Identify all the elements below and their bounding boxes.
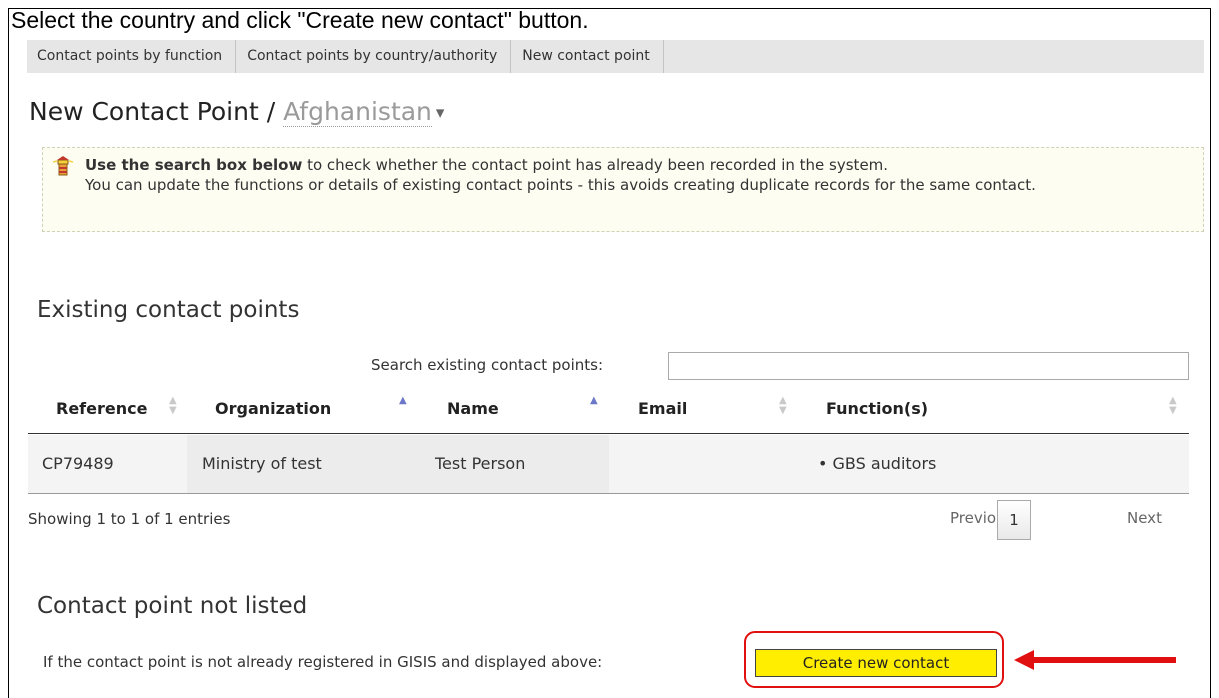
create-contact-prompt: If the contact point is not already regi… xyxy=(43,653,603,671)
column-header-email[interactable]: Email xyxy=(638,390,687,433)
pagination-next[interactable]: Next xyxy=(1127,509,1162,527)
cell-organization: Ministry of test xyxy=(187,435,418,493)
cell-name: Test Person xyxy=(418,435,609,493)
tab-contact-points-by-country[interactable]: Contact points by country/authority xyxy=(236,40,512,73)
table-header: Reference ▲ ▼ Organization ▲ Name ▲ Email… xyxy=(28,390,1189,434)
tab-new-contact-point[interactable]: New contact point xyxy=(511,40,664,73)
sort-asc-icon: ▲ xyxy=(399,395,407,406)
cell-reference: CP79489 xyxy=(42,454,114,473)
sort-asc-icon: ▲ xyxy=(590,395,598,406)
tab-bar: Contact points by function Contact point… xyxy=(27,40,1204,73)
info-text-line2: You can update the functions or details … xyxy=(85,176,1036,194)
search-input[interactable] xyxy=(668,352,1189,380)
annotation-arrow-icon xyxy=(1014,650,1176,670)
existing-contacts-heading: Existing contact points xyxy=(37,297,300,323)
table-row[interactable]: CP79489 Ministry of test Test Person • G… xyxy=(28,435,1189,494)
sort-icon: ▲ ▼ xyxy=(169,395,177,416)
sort-icon: ▲ ▼ xyxy=(1169,395,1177,416)
column-header-functions[interactable]: Function(s) xyxy=(826,390,928,433)
page-title-prefix: New Contact Point / xyxy=(29,97,284,126)
entries-info: Showing 1 to 1 of 1 entries xyxy=(28,510,231,528)
info-text: to check whether the contact point has a… xyxy=(302,156,889,174)
lighthouse-icon xyxy=(53,156,73,176)
cell-functions: • GBS auditors xyxy=(818,454,937,473)
info-notice: Use the search box below to check whethe… xyxy=(42,147,1204,232)
chevron-down-icon[interactable]: ▾ xyxy=(436,103,445,123)
create-new-contact-button[interactable]: Create new contact xyxy=(755,649,997,677)
country-selector[interactable]: Afghanistan xyxy=(283,97,432,127)
instruction-text: Select the country and click "Create new… xyxy=(11,7,589,33)
column-header-reference[interactable]: Reference xyxy=(56,390,147,433)
search-label: Search existing contact points: xyxy=(371,356,603,374)
page-title: New Contact Point / Afghanistan ▾ xyxy=(29,96,444,129)
column-header-organization[interactable]: Organization xyxy=(215,390,331,433)
tab-contact-points-by-function[interactable]: Contact points by function xyxy=(27,40,237,73)
pagination-page-1[interactable]: 1 xyxy=(997,500,1031,540)
info-strong-text: Use the search box below xyxy=(85,156,303,174)
cell-email xyxy=(609,435,809,493)
column-header-name[interactable]: Name xyxy=(447,390,499,433)
not-listed-heading: Contact point not listed xyxy=(37,593,308,619)
sort-icon: ▲ ▼ xyxy=(779,395,787,416)
